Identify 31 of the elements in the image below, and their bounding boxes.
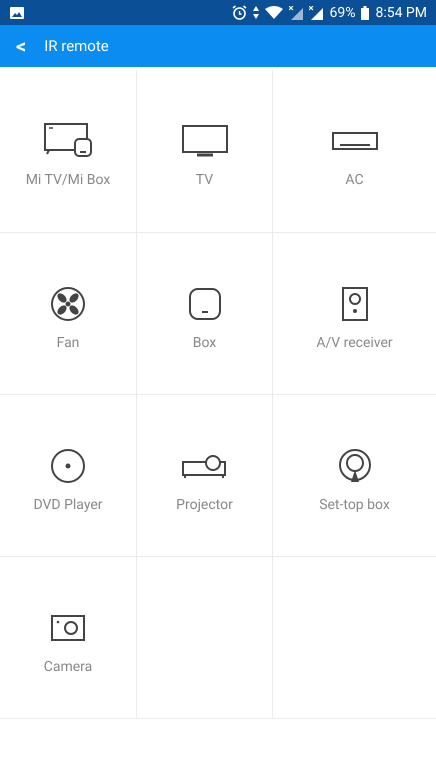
image-icon [10, 6, 24, 18]
air-conditioner-icon [332, 132, 378, 150]
back-button[interactable]: < [16, 36, 26, 56]
device-tile[interactable]: Camera [0, 556, 136, 718]
wifi-icon [265, 6, 284, 19]
battery-icon [361, 6, 370, 20]
device-tile[interactable]: Projector [136, 394, 272, 556]
device-tile[interactable]: DVD Player [0, 394, 136, 556]
device-tile[interactable]: Fan [0, 232, 136, 394]
alarm-icon [232, 5, 248, 20]
antenna-icon [336, 448, 372, 484]
projector-icon [182, 453, 228, 479]
battery-percentage: 69% [329, 4, 356, 20]
fan-icon [50, 286, 86, 322]
clock-time: 8:54 PM [375, 4, 427, 20]
camera-icon [51, 615, 85, 641]
device-tile[interactable]: AC [272, 70, 436, 232]
tv-with-box-icon [44, 123, 92, 159]
screen-title: IR remote [44, 37, 109, 55]
device-tile[interactable]: Set-top box [272, 394, 436, 556]
signal-icon [309, 6, 324, 20]
disc-icon [50, 448, 86, 484]
signal-icon [289, 6, 304, 20]
box-icon [188, 288, 220, 320]
data-arrows-icon [253, 6, 260, 19]
device-tile[interactable]: Box [136, 232, 272, 394]
device-tile[interactable]: TV [136, 70, 272, 232]
tv-icon [182, 125, 228, 157]
device-tile[interactable]: A/V receiver [272, 232, 436, 394]
device-tile[interactable]: Mi TV/Mi Box [0, 70, 136, 232]
speaker-icon [342, 287, 368, 321]
